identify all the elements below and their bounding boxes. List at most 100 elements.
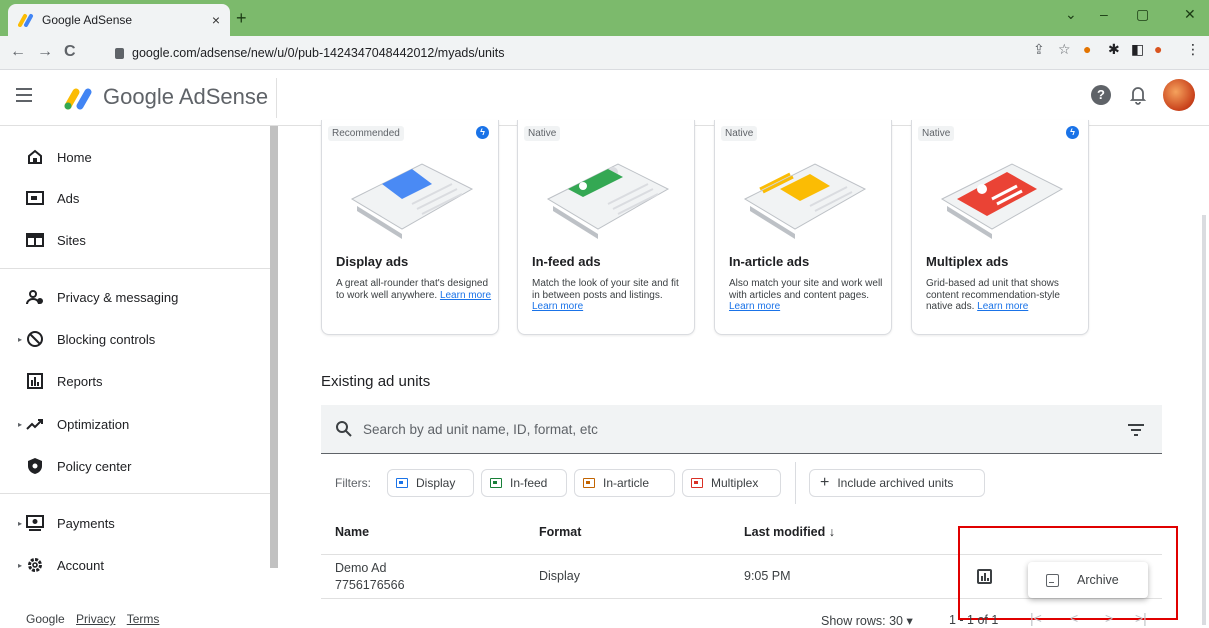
sidebar-scrollbar[interactable] [270,126,278,568]
ad-unit-name[interactable]: Demo Ad [335,561,386,575]
adsense-favicon-icon [18,14,33,27]
card-title: In-article ads [729,254,810,269]
sidebar-item-account[interactable]: ▸ Account [0,545,270,585]
url-text: google.com/adsense/new/u/0/pub-142434704… [132,46,505,60]
home-icon [26,148,44,166]
card-in-article-ads[interactable]: Native In-article ads Also match your si… [714,120,892,335]
search-icon [336,421,352,437]
sidebar-item-label: Payments [57,515,115,531]
ad-unit-search-input[interactable]: Search by ad unit name, ID, format, etc [321,405,1162,454]
extension-icon[interactable]: ● [1083,41,1091,57]
sidebar-item-ads[interactable]: Ads [0,178,270,218]
card-title: Multiplex ads [926,254,1009,269]
sidebar-item-payments[interactable]: ▸ Payments [0,503,270,543]
in-article-ad-illustration-icon [743,163,867,239]
reload-icon[interactable]: C [64,43,76,61]
notifications-bell-icon[interactable] [1128,84,1148,106]
sidebar-item-home[interactable]: Home [0,137,270,177]
profile-icon[interactable]: ● [1154,41,1162,57]
help-icon[interactable]: ? [1091,85,1111,105]
column-header-format[interactable]: Format [539,525,581,539]
ads-icon [26,189,44,207]
extensions-puzzle-icon[interactable]: ✱ [1108,41,1120,58]
minimize-button[interactable]: – [1100,6,1108,22]
sidebar-item-optimization[interactable]: ▸ Optimization [0,404,270,444]
expand-caret-icon: ▸ [18,419,23,429]
first-page-icon[interactable]: |< [1030,610,1042,626]
multiplex-format-icon [691,478,703,488]
trend-icon [26,415,44,433]
learn-more-link[interactable]: Learn more [532,301,583,312]
sidebar-item-reports[interactable]: Reports [0,361,270,401]
restore-button[interactable]: ▢ [1136,6,1149,23]
bookmark-star-icon[interactable]: ☆ [1058,41,1071,58]
filter-chip-multiplex[interactable]: Multiplex [682,469,781,497]
card-description: Grid-based ad unit that shows content re… [926,278,1060,312]
next-page-icon[interactable]: > [1105,610,1113,626]
highlight-box [958,526,1178,620]
column-header-name[interactable]: Name [335,525,369,539]
card-description: A great all-rounder that's designed to w… [336,278,492,301]
footer-privacy-link[interactable]: Privacy [76,612,115,626]
multiplex-ad-illustration-icon [940,163,1064,239]
learn-more-link[interactable]: Learn more [977,301,1028,312]
rows-per-page-select[interactable]: 30 ▾ [889,614,913,628]
card-chip: Native [524,126,561,141]
share-icon[interactable]: ⇪ [1033,41,1045,58]
bolt-icon: ϟ [476,126,489,139]
payments-icon [26,514,44,532]
card-title: Display ads [336,254,409,269]
sidebar-item-policy-center[interactable]: Policy center [0,446,270,486]
header-divider [276,78,277,118]
ad-unit-id: 7756176566 [335,578,405,592]
in-feed-ad-illustration-icon [546,163,670,239]
sidebar-item-blocking-controls[interactable]: ▸ Blocking controls [0,319,270,359]
forward-icon[interactable]: → [37,43,53,61]
filter-chip-in-article[interactable]: In-article [574,469,675,497]
sidebar-footer: Google Privacy Terms [26,612,159,626]
previous-page-icon[interactable]: < [1070,610,1078,626]
sidebar-item-privacy-messaging[interactable]: Privacy & messaging [0,277,270,317]
card-chip: Native [918,126,955,141]
learn-more-link[interactable]: Learn more [440,290,491,301]
hamburger-menu-icon[interactable] [16,88,32,102]
sidebar-item-label: Policy center [57,458,132,474]
url-input[interactable]: google.com/adsense/new/u/0/pub-142434704… [105,40,1010,66]
footer-terms-link[interactable]: Terms [127,612,160,626]
include-archived-button[interactable]: + Include archived units [809,469,985,497]
main-scrollbar[interactable] [1202,215,1206,625]
filter-chip-in-feed[interactable]: In-feed [481,469,567,497]
column-header-last-modified[interactable]: Last modified ↓ [744,525,835,539]
filter-list-icon[interactable] [1128,424,1144,436]
filter-chip-display[interactable]: Display [387,469,474,497]
tab-search-icon[interactable]: ⌄ [1065,6,1077,23]
back-icon[interactable]: ← [10,43,26,61]
lock-icon [115,47,124,59]
learn-more-link[interactable]: Learn more [729,301,780,312]
account-avatar[interactable] [1163,79,1195,111]
expand-caret-icon: ▸ [18,560,23,570]
new-tab-button[interactable]: + [236,8,247,29]
last-page-icon[interactable]: >| [1135,610,1147,626]
gear-icon [26,556,44,574]
close-window-button[interactable]: ✕ [1184,6,1196,23]
sidebar-divider [0,493,270,494]
display-ad-illustration-icon [350,163,474,239]
sidebar-item-sites[interactable]: Sites [0,220,270,260]
tab-close-icon[interactable]: × [212,12,220,28]
sites-icon [26,231,44,249]
browser-tab[interactable]: Google AdSense × [8,4,230,36]
card-multiplex-ads[interactable]: Native ϟ Multiplex ads Grid-based ad uni… [911,120,1089,335]
sidebar-item-label: Ads [57,190,80,206]
filters-divider [795,462,796,504]
side-panel-icon[interactable]: ◧ [1131,41,1144,58]
in-article-format-icon [583,478,595,488]
existing-ad-units-title: Existing ad units [321,373,431,390]
rows-per-page[interactable]: Show rows: 30 ▾ [821,613,913,628]
browser-menu-icon[interactable]: ⋮ [1186,41,1200,58]
pagination-count: 1 - 1 of 1 [949,613,999,627]
sidebar-item-label: Account [57,557,104,573]
card-display-ads[interactable]: Recommended ϟ Display ads A great all-ro… [321,120,499,335]
expand-caret-icon: ▸ [18,518,23,528]
card-in-feed-ads[interactable]: Native In-feed ads Match the look of you… [517,120,695,335]
